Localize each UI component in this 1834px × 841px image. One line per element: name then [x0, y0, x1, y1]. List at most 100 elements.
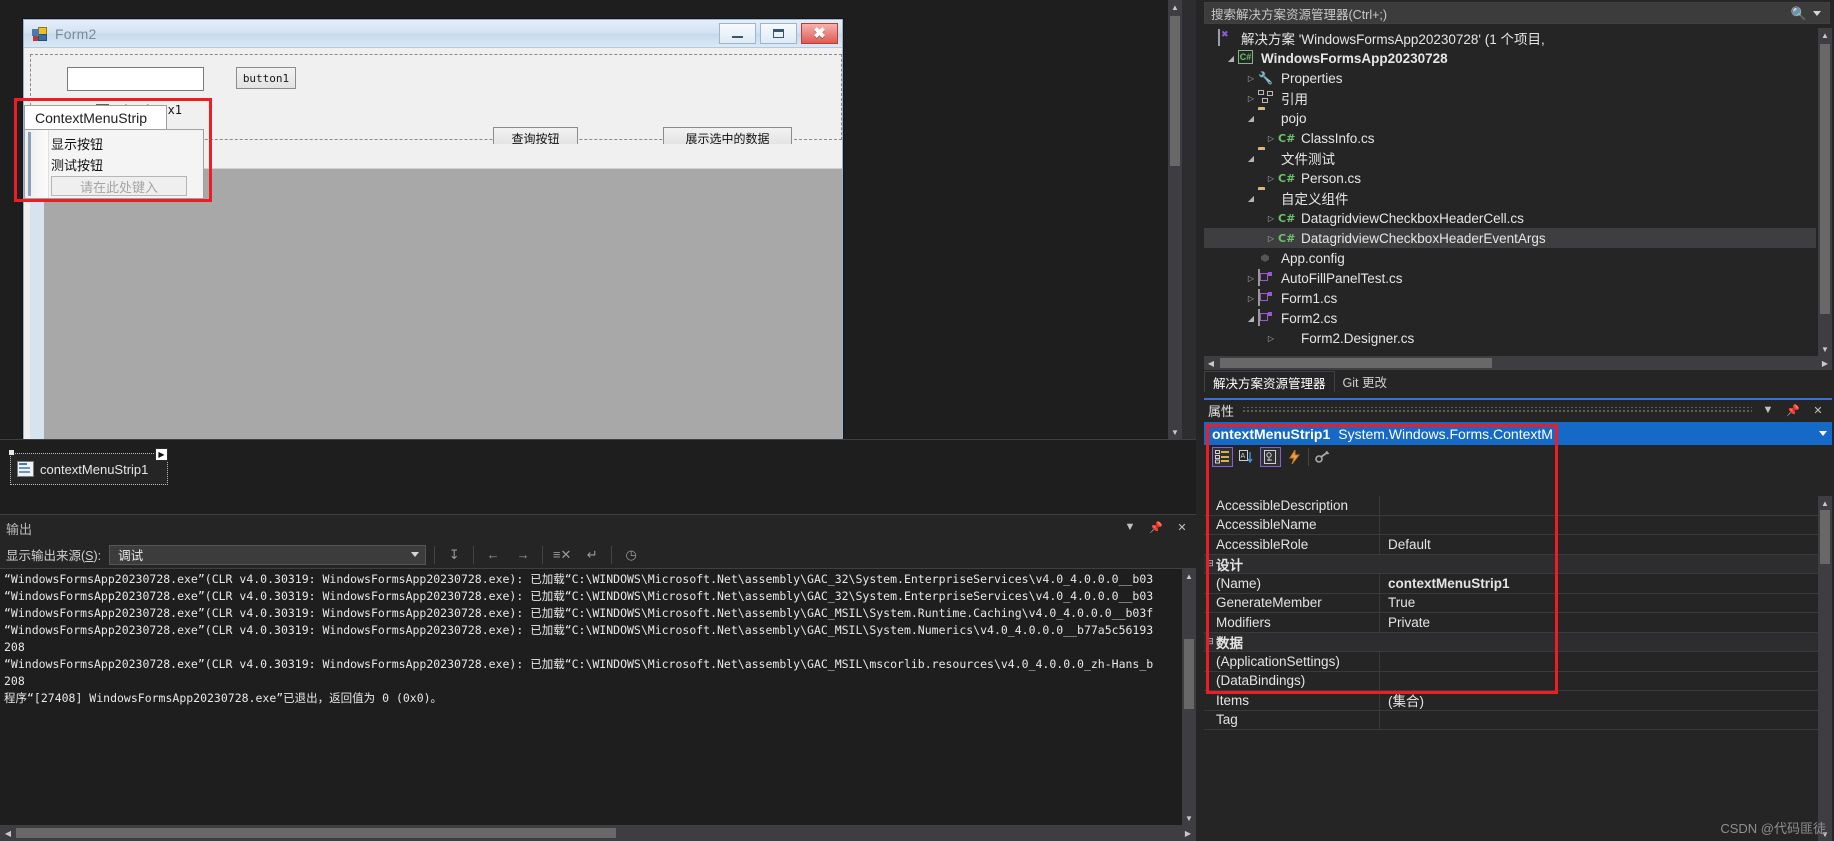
property-value[interactable] [1380, 496, 1818, 515]
property-row[interactable]: GenerateMember True [1204, 593, 1818, 613]
chevron-right-icon[interactable] [1264, 168, 1278, 188]
chevron-right-icon[interactable] [1264, 128, 1278, 148]
tree-item-2[interactable]: 🔧 Properties [1204, 68, 1816, 88]
solution-explorer-tree[interactable]: 解决方案 'WindowsFormsApp20230728' (1 个项目,C#… [1204, 28, 1816, 356]
output-vertical-scrollbar[interactable]: ▲ ▼ [1182, 569, 1196, 825]
context-menu-strip-body[interactable]: 显示按钮 测试按钮 请在此处键入 [24, 129, 204, 199]
close-icon[interactable]: ✕ [1810, 402, 1826, 418]
chevron-down-icon[interactable] [1813, 11, 1821, 16]
scroll-right-icon[interactable]: ▶ [1180, 825, 1196, 841]
alphabetical-view-icon[interactable]: A [1236, 447, 1257, 467]
scroll-up-icon[interactable]: ▲ [1818, 28, 1832, 42]
properties-grid[interactable]: AccessibleDescription AccessibleName Acces… [1204, 496, 1818, 841]
scroll-right-icon[interactable]: ▶ [1818, 356, 1832, 370]
form2-design-surface[interactable]: Form2 ✖ button1 checkBox1 [23, 19, 843, 439]
dock-tab-0[interactable]: 解决方案资源管理器 [1204, 371, 1335, 392]
property-value[interactable] [1380, 652, 1818, 671]
close-button[interactable]: ✖ [801, 23, 838, 44]
collapse-category-icon[interactable]: ⊟ [1204, 555, 1216, 574]
chevron-down-icon[interactable] [1244, 148, 1258, 168]
tree-item-14[interactable]: Form2.cs [1204, 308, 1816, 328]
chevron-down-icon[interactable]: ▼ [1122, 519, 1138, 535]
scroll-thumb[interactable] [1170, 16, 1180, 166]
navigate-previous-icon[interactable]: ← [482, 545, 504, 565]
tree-item-1[interactable]: C# WindowsFormsApp20230728 [1204, 48, 1816, 68]
tree-item-10[interactable]: C# DatagridviewCheckboxHeaderEventArgs [1204, 228, 1816, 248]
component-tray[interactable]: contextMenuStrip1 ▶ [0, 439, 1196, 514]
scroll-down-icon[interactable]: ▼ [1818, 342, 1832, 356]
property-value[interactable]: Private [1380, 613, 1818, 632]
clear-all-icon[interactable]: ↧ [443, 545, 465, 565]
chevron-down-icon[interactable]: ▼ [1760, 402, 1776, 418]
solution-explorer-search[interactable]: 搜索解决方案资源管理器(Ctrl+;) 🔍 [1204, 2, 1830, 24]
chevron-right-icon[interactable] [1264, 228, 1278, 248]
context-menu-strip-tab[interactable]: ContextMenuStrip [24, 105, 167, 130]
tree-item-7[interactable]: C# Person.cs [1204, 168, 1816, 188]
chevron-right-icon[interactable] [1244, 88, 1258, 108]
scroll-thumb[interactable] [1220, 358, 1492, 368]
minimize-button[interactable] [719, 23, 756, 44]
solution-explorer-vertical-scrollbar[interactable]: ▲ ▼ [1818, 28, 1832, 356]
chevron-right-icon[interactable] [1264, 328, 1278, 348]
chevron-right-icon[interactable] [1244, 288, 1258, 308]
property-value[interactable] [1380, 516, 1818, 535]
categorized-view-icon[interactable] [1212, 447, 1233, 467]
context-menu-item-1[interactable]: 测试按钮 [51, 154, 103, 175]
tree-item-13[interactable]: Form1.cs [1204, 288, 1816, 308]
drag-grip-icon[interactable] [28, 132, 31, 196]
tree-item-3[interactable]: 引用 [1204, 88, 1816, 108]
property-value[interactable] [1392, 555, 1818, 574]
property-row[interactable]: Tag [1204, 710, 1818, 730]
close-icon[interactable]: ✕ [1174, 519, 1190, 535]
toggle-word-wrap-icon[interactable]: ↵ [581, 545, 603, 565]
tree-item-5[interactable]: C# ClassInfo.cs [1204, 128, 1816, 148]
property-value[interactable] [1380, 711, 1818, 730]
output-source-select[interactable]: 调试 [109, 544, 427, 565]
context-menu-item-0[interactable]: 显示按钮 [51, 133, 103, 154]
tray-item-contextmenustrip1[interactable]: contextMenuStrip1 [10, 453, 168, 485]
clear-output-icon[interactable]: ≡✕ [551, 545, 573, 565]
scroll-left-icon[interactable]: ◀ [1204, 356, 1218, 370]
scroll-left-icon[interactable]: ◀ [0, 825, 16, 841]
collapse-category-icon[interactable]: ⊟ [1204, 633, 1216, 652]
property-pages-icon[interactable] [1312, 447, 1333, 467]
chevron-right-icon[interactable] [1244, 268, 1258, 288]
solution-explorer-horizontal-scrollbar[interactable]: ◀ ▶ [1204, 356, 1832, 370]
tree-item-9[interactable]: C# DatagridviewCheckboxHeaderCell.cs [1204, 208, 1816, 228]
property-row[interactable]: AccessibleName [1204, 515, 1818, 535]
properties-icon[interactable] [1260, 447, 1281, 467]
property-row[interactable]: (DataBindings) [1204, 671, 1818, 691]
tree-item-0[interactable]: 解决方案 'WindowsFormsApp20230728' (1 个项目, [1204, 28, 1816, 48]
tray-selection-handle[interactable] [9, 450, 14, 455]
output-horizontal-scrollbar[interactable]: ◀ ▶ [0, 825, 1196, 841]
property-category-row[interactable]: ⊟ 数据 [1204, 632, 1818, 652]
scroll-up-icon[interactable]: ▲ [1818, 496, 1832, 510]
scroll-up-icon[interactable]: ▲ [1168, 0, 1182, 14]
maximize-button[interactable] [760, 23, 797, 44]
chevron-right-icon[interactable] [1244, 68, 1258, 88]
chevron-down-icon[interactable] [1224, 48, 1238, 68]
properties-vertical-scrollbar[interactable]: ▲ ▼ [1818, 496, 1832, 841]
chevron-down-icon[interactable] [1244, 108, 1258, 128]
context-menu-new-item-placeholder[interactable]: 请在此处键入 [51, 176, 187, 196]
tree-item-6[interactable]: 文件测试 [1204, 148, 1816, 168]
tree-item-4[interactable]: pojo [1204, 108, 1816, 128]
chevron-down-icon[interactable] [1244, 308, 1258, 328]
property-value[interactable]: contextMenuStrip1 [1380, 574, 1818, 593]
smart-tag-icon[interactable]: ▶ [155, 448, 168, 461]
scroll-up-icon[interactable]: ▲ [1182, 569, 1196, 583]
scroll-down-icon[interactable]: ▼ [1168, 425, 1182, 439]
property-category-row[interactable]: ⊟ 设计 [1204, 554, 1818, 574]
property-value[interactable] [1392, 633, 1818, 652]
pin-icon[interactable]: 📌 [1148, 519, 1164, 535]
datagridview-area[interactable] [30, 169, 842, 439]
property-row[interactable]: Modifiers Private [1204, 613, 1818, 633]
designer-canvas[interactable]: Form2 ✖ button1 checkBox1 [0, 0, 1182, 439]
scroll-thumb[interactable] [16, 828, 616, 838]
property-row[interactable]: Items (集合) [1204, 691, 1818, 711]
tree-item-15[interactable]: Form2.Designer.cs [1204, 328, 1816, 348]
property-row[interactable]: (ApplicationSettings) [1204, 652, 1818, 672]
designer-vertical-scrollbar[interactable]: ▲ ▼ [1168, 0, 1182, 439]
navigate-next-icon[interactable]: → [512, 545, 534, 565]
tree-item-8[interactable]: 自定义组件 [1204, 188, 1816, 208]
